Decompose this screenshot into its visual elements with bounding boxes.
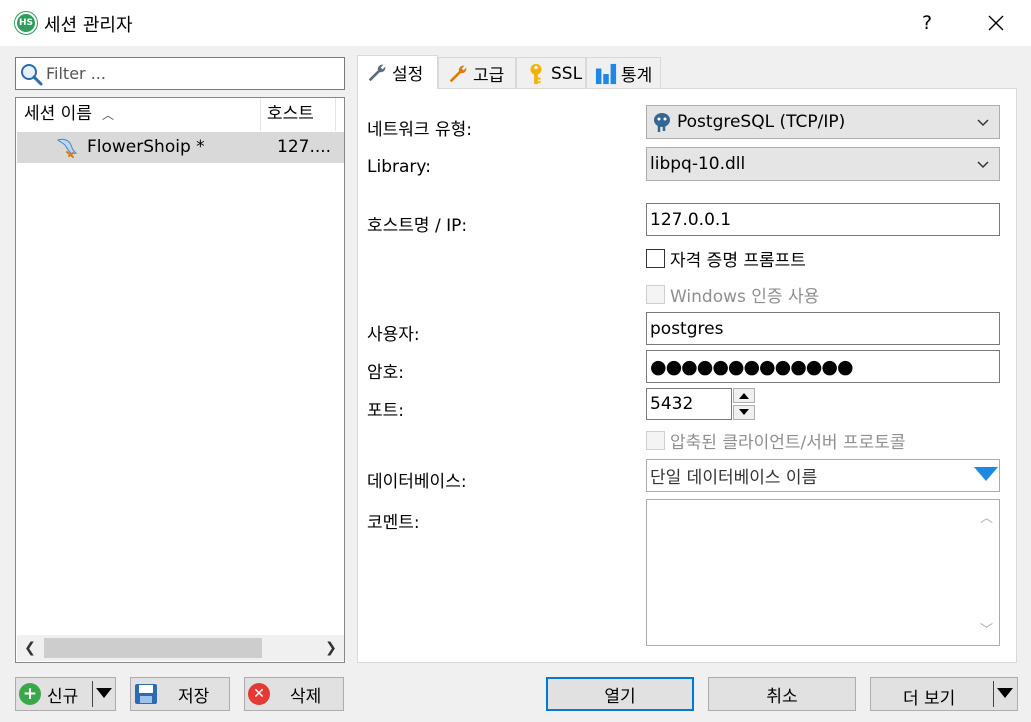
- user-value: postgres: [650, 318, 724, 339]
- search-icon: [21, 64, 43, 86]
- session-list: 세션 이름 ︿ 호스트 FlowerShoip * 127.... ❮ ❯: [15, 97, 345, 663]
- library-value: libpq-10.dll: [650, 154, 746, 174]
- wrench-icon: [449, 65, 467, 82]
- password-value: ●●●●●●●●●●●●●: [650, 355, 854, 378]
- split-divider: [92, 681, 93, 707]
- scroll-right-icon[interactable]: ❯: [318, 635, 344, 661]
- sort-ascending-icon: ︿: [101, 108, 114, 122]
- floppy-disk-icon: [135, 684, 157, 704]
- tab-ssl-label: SSL: [551, 63, 583, 84]
- network-type-value: PostgreSQL (TCP/IP): [677, 112, 846, 132]
- window-title: 세션 관리자: [44, 15, 133, 36]
- session-host: 127....: [277, 137, 332, 157]
- open-button-label: 열기: [604, 686, 636, 707]
- app-logo-icon: HS: [15, 12, 37, 34]
- dropdown-arrow-icon[interactable]: [997, 688, 1013, 698]
- close-icon: [988, 15, 1004, 31]
- library-label: Library:: [367, 157, 431, 177]
- checkbox-box[interactable]: [646, 249, 665, 268]
- new-session-button[interactable]: + 신규: [15, 677, 116, 711]
- key-icon: [530, 63, 542, 84]
- more-button[interactable]: 더 보기: [870, 677, 1018, 711]
- comment-label: 코멘트:: [367, 513, 420, 533]
- cancel-button[interactable]: 취소: [708, 677, 856, 711]
- tab-settings-label: 설정: [392, 65, 424, 85]
- more-button-label: 더 보기: [903, 689, 956, 709]
- windows-auth-label: Windows 인증 사용: [670, 287, 820, 307]
- delete-button-label: 삭제: [290, 686, 322, 707]
- scroll-left-icon[interactable]: ❮: [17, 635, 43, 661]
- help-button[interactable]: ?: [912, 8, 942, 38]
- port-stepper[interactable]: [733, 388, 755, 420]
- new-button-label: 신규: [47, 686, 79, 707]
- compressed-protocol-checkbox[interactable]: 압축된 클라이언트/서버 프로토콜: [646, 428, 906, 453]
- close-button[interactable]: [981, 8, 1011, 38]
- scroll-down-icon[interactable]: ﹀: [980, 619, 993, 638]
- checkbox-box[interactable]: [646, 285, 665, 304]
- session-row[interactable]: FlowerShoip * 127....: [17, 132, 344, 163]
- postgresql-session-icon: [57, 138, 78, 158]
- delete-button[interactable]: ✕ 삭제: [244, 677, 344, 711]
- column-header-session-name[interactable]: 세션 이름 ︿: [16, 98, 261, 131]
- port-label: 포트:: [367, 401, 405, 421]
- title-bar: [0, 0, 1031, 46]
- port-value: 5432: [650, 394, 694, 414]
- hostname-label: 호스트명 / IP:: [367, 216, 468, 236]
- wrench-icon: [368, 64, 386, 81]
- credential-prompt-label: 자격 증명 프롬프트: [670, 251, 806, 271]
- chevron-down-icon: [977, 119, 989, 127]
- compressed-protocol-label: 압축된 클라이언트/서버 프로토콜: [670, 433, 906, 453]
- port-field[interactable]: 5432: [646, 388, 732, 420]
- tab-statistics[interactable]: 통계: [586, 57, 661, 89]
- checkbox-box[interactable]: [646, 431, 665, 450]
- caret-up-icon: [739, 393, 749, 399]
- database-select[interactable]: 단일 데이터베이스 이름: [646, 459, 1000, 492]
- split-divider: [993, 681, 994, 707]
- column-header-host[interactable]: 호스트: [261, 98, 336, 131]
- password-label: 암호:: [367, 363, 405, 383]
- tab-statistics-label: 통계: [621, 66, 653, 86]
- bar-chart-icon: [595, 63, 617, 84]
- horizontal-scrollbar[interactable]: ❮ ❯: [17, 635, 344, 661]
- chevron-down-icon: [977, 161, 989, 169]
- postgresql-elephant-icon: [654, 113, 670, 132]
- user-label: 사용자:: [367, 325, 420, 345]
- tab-advanced-label: 고급: [473, 66, 505, 86]
- spin-down-button[interactable]: [733, 405, 755, 420]
- vertical-scrollbar[interactable]: ︿ ﹀: [976, 501, 998, 644]
- dropdown-arrow-icon[interactable]: [96, 688, 112, 698]
- hostname-field[interactable]: 127.0.0.1: [646, 203, 1000, 236]
- open-button[interactable]: 열기: [546, 677, 694, 711]
- session-name: FlowerShoip *: [87, 137, 205, 157]
- save-button[interactable]: 저장: [130, 677, 230, 711]
- database-value: 단일 데이터베이스 이름: [650, 468, 818, 488]
- comment-textarea[interactable]: ︿ ﹀: [646, 499, 1000, 646]
- hostname-value: 127.0.0.1: [650, 209, 732, 230]
- password-field[interactable]: ●●●●●●●●●●●●●: [646, 350, 1000, 383]
- tab-advanced[interactable]: 고급: [438, 57, 516, 89]
- scrollbar-thumb[interactable]: [44, 638, 262, 658]
- user-field[interactable]: postgres: [646, 312, 1000, 345]
- filter-box: [15, 57, 345, 90]
- tab-ssl[interactable]: SSL: [516, 57, 586, 89]
- network-type-select[interactable]: PostgreSQL (TCP/IP): [646, 105, 1000, 139]
- save-button-label: 저장: [178, 686, 210, 707]
- filter-input[interactable]: [44, 60, 339, 87]
- tab-settings[interactable]: 설정: [357, 55, 438, 89]
- credential-prompt-checkbox[interactable]: 자격 증명 프롬프트: [646, 246, 806, 271]
- delete-icon: ✕: [248, 683, 270, 705]
- cancel-button-label: 취소: [766, 686, 798, 707]
- scroll-up-icon[interactable]: ︿: [980, 507, 993, 526]
- database-label: 데이터베이스:: [367, 472, 467, 492]
- spin-up-button[interactable]: [733, 388, 755, 403]
- windows-auth-checkbox[interactable]: Windows 인증 사용: [646, 282, 819, 307]
- network-type-label: 네트워크 유형:: [367, 120, 472, 140]
- column-name-label: 세션 이름: [24, 104, 92, 124]
- library-select[interactable]: libpq-10.dll: [646, 147, 1000, 181]
- add-icon: +: [19, 683, 41, 705]
- dropdown-arrow-icon[interactable]: [974, 467, 998, 481]
- caret-down-icon: [739, 409, 749, 415]
